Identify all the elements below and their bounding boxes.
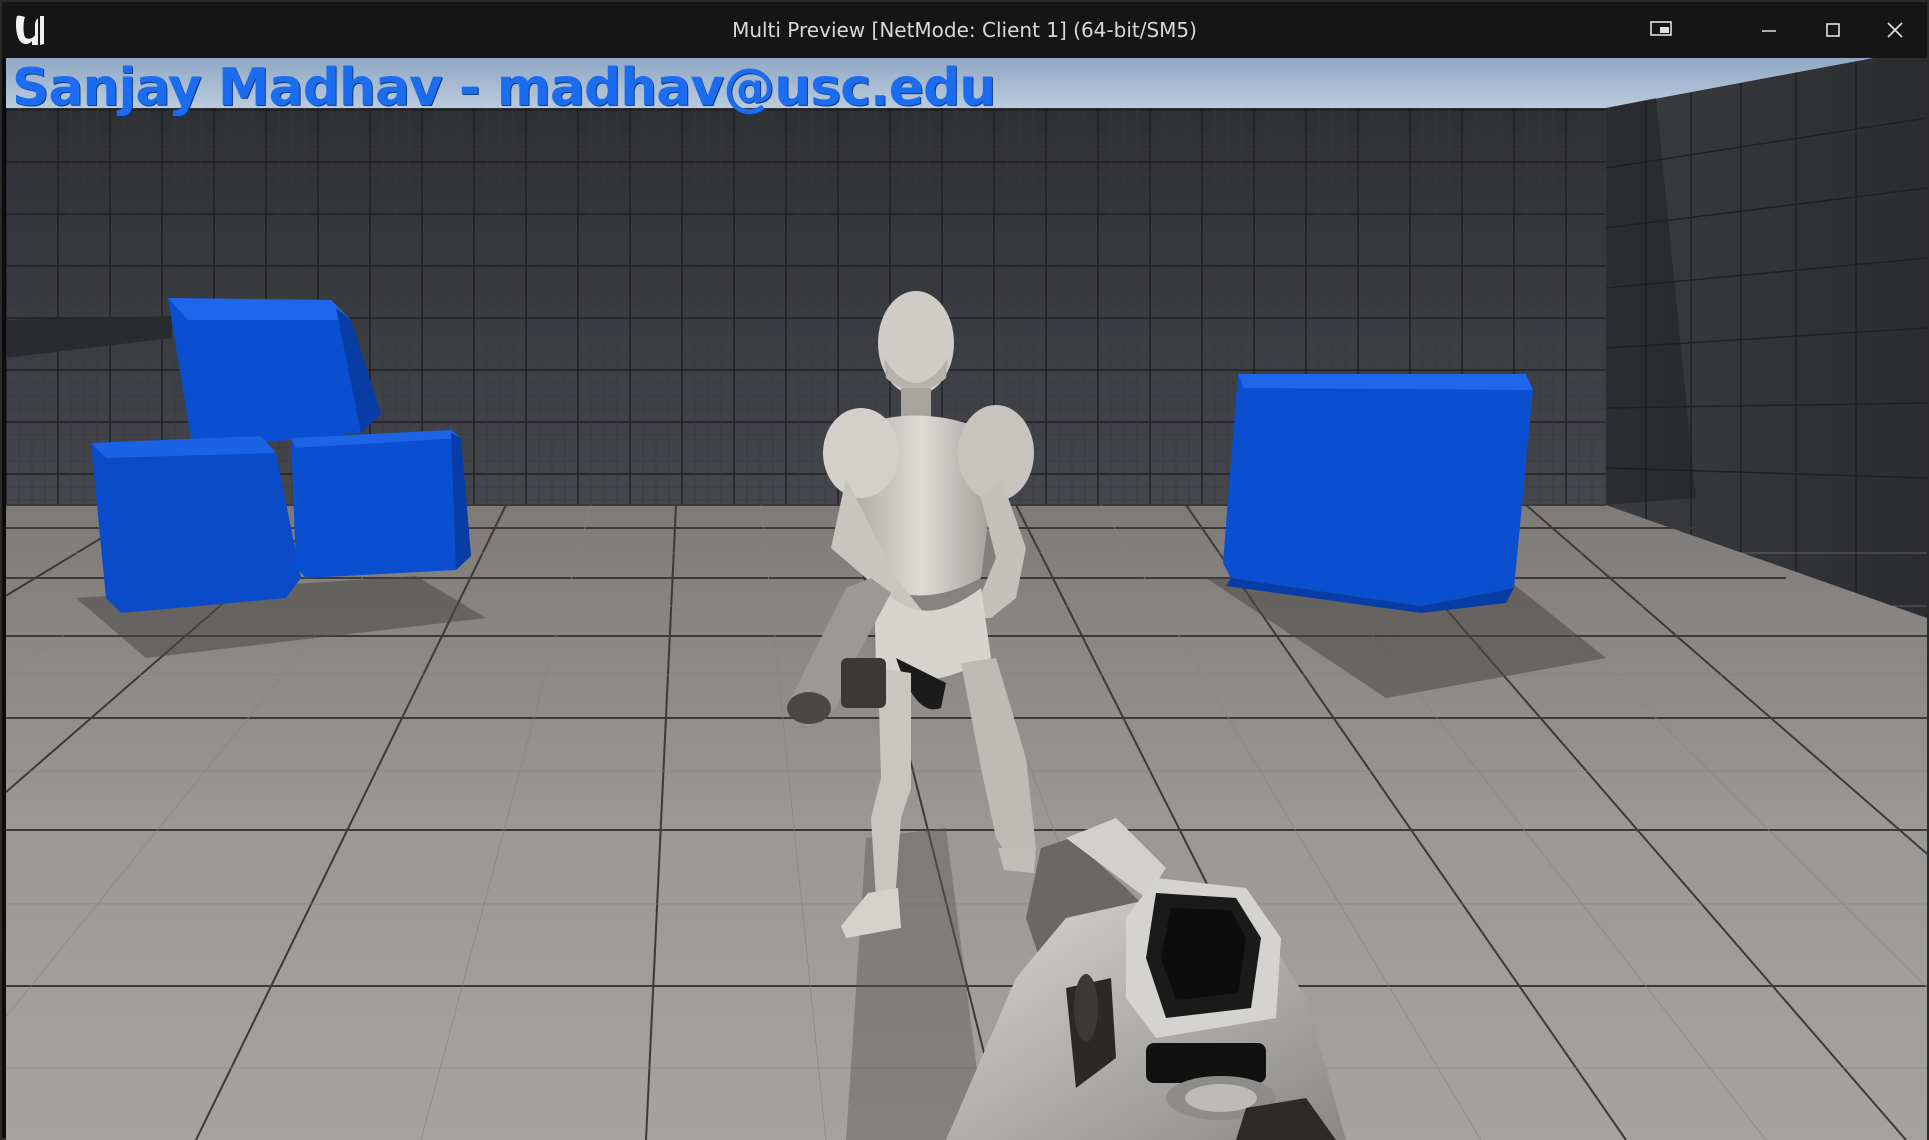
blue-cube-large <box>1223 374 1533 613</box>
screen-capture-icon <box>1650 21 1672 36</box>
minimize-icon <box>1762 30 1776 32</box>
maximize-icon <box>1826 23 1840 37</box>
game-viewport[interactable]: Sanjay Madhav - madhav@usc.edu <box>6 58 1927 1140</box>
close-icon <box>1887 22 1903 38</box>
game-window: Multi Preview [NetMode: Client 1] (64-bi… <box>0 0 1929 1140</box>
title-bar[interactable]: Multi Preview [NetMode: Client 1] (64-bi… <box>2 2 1927 58</box>
maximize-button[interactable] <box>1802 2 1864 58</box>
minimize-button[interactable] <box>1738 2 1800 58</box>
player-name-overlay: Sanjay Madhav - madhav@usc.edu <box>12 58 996 118</box>
screen-capture-button[interactable] <box>1630 2 1692 58</box>
3d-scene <box>6 58 1927 1140</box>
close-button[interactable] <box>1864 2 1926 58</box>
